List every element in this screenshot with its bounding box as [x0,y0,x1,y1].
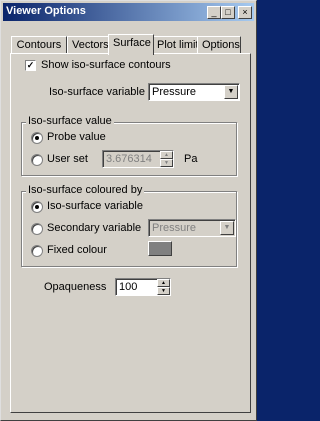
title-bar[interactable]: Viewer Options _ □ × [3,3,254,21]
coloured-by-group-title: Iso-surface coloured by [26,184,145,196]
user-set-radio[interactable] [31,154,43,166]
spin-up-icon[interactable]: ▲ [160,151,173,159]
iso-value-group: Iso-surface value Probe value User set 3… [21,115,237,176]
probe-value-label: Probe value [47,131,106,143]
opaqueness-value: 100 [119,281,138,293]
tab-surface[interactable]: Surface [108,34,154,55]
iso-variable-label: Iso-surface variable [49,86,145,98]
tab-vectors[interactable]: Vectors [67,36,110,54]
tab-strip: Contours Vectors Surface Plot limits Opt… [1,34,258,55]
chevron-down-icon: ▼ [220,221,234,235]
user-set-value: 3.676314 [106,153,152,165]
opaqueness-label: Opaqueness [44,281,107,293]
secondary-variable-radio[interactable] [31,223,43,235]
fixed-colour-swatch[interactable] [148,241,172,256]
spin-up-icon[interactable]: ▲ [157,279,170,287]
secondary-variable-label: Secondary variable [47,222,142,234]
colour-iso-variable-label: Iso-surface variable [47,200,143,212]
secondary-variable-select[interactable]: Pressure ▼ [148,219,236,237]
probe-value-radio[interactable] [31,132,43,144]
show-contours-checkbox[interactable]: ✓ [25,60,36,71]
opaqueness-stepper[interactable]: 100 ▲ ▼ [115,278,171,296]
spin-down-icon[interactable]: ▼ [160,159,173,167]
close-button[interactable]: × [238,6,252,19]
fixed-colour-radio[interactable] [31,245,43,257]
window-title: Viewer Options [6,5,86,17]
surface-panel: ✓ Show iso-surface contours Iso-surface … [10,53,251,413]
spin-down-icon[interactable]: ▼ [157,287,170,295]
iso-variable-select[interactable]: Pressure ▼ [148,83,240,101]
viewer-options-window: Viewer Options _ □ × Contours Vectors Su… [0,0,257,421]
chevron-down-icon: ▼ [224,85,238,99]
tab-contours[interactable]: Contours [11,36,67,54]
tab-options[interactable]: Options [197,36,241,54]
coloured-by-group: Iso-surface coloured by Iso-surface vari… [21,184,237,267]
fixed-colour-label: Fixed colour [47,244,107,256]
user-set-label: User set [47,153,88,165]
secondary-variable-value: Pressure [152,222,197,234]
iso-value-group-title: Iso-surface value [26,115,114,127]
user-set-value-stepper[interactable]: 3.676314 ▲ ▼ [102,150,174,168]
maximize-button[interactable]: □ [221,6,235,19]
minimize-button[interactable]: _ [207,6,221,19]
iso-variable-value: Pressure [152,86,197,98]
show-contours-label: Show iso-surface contours [41,59,171,71]
user-set-unit: Pa [184,153,198,165]
colour-iso-variable-radio[interactable] [31,201,43,213]
